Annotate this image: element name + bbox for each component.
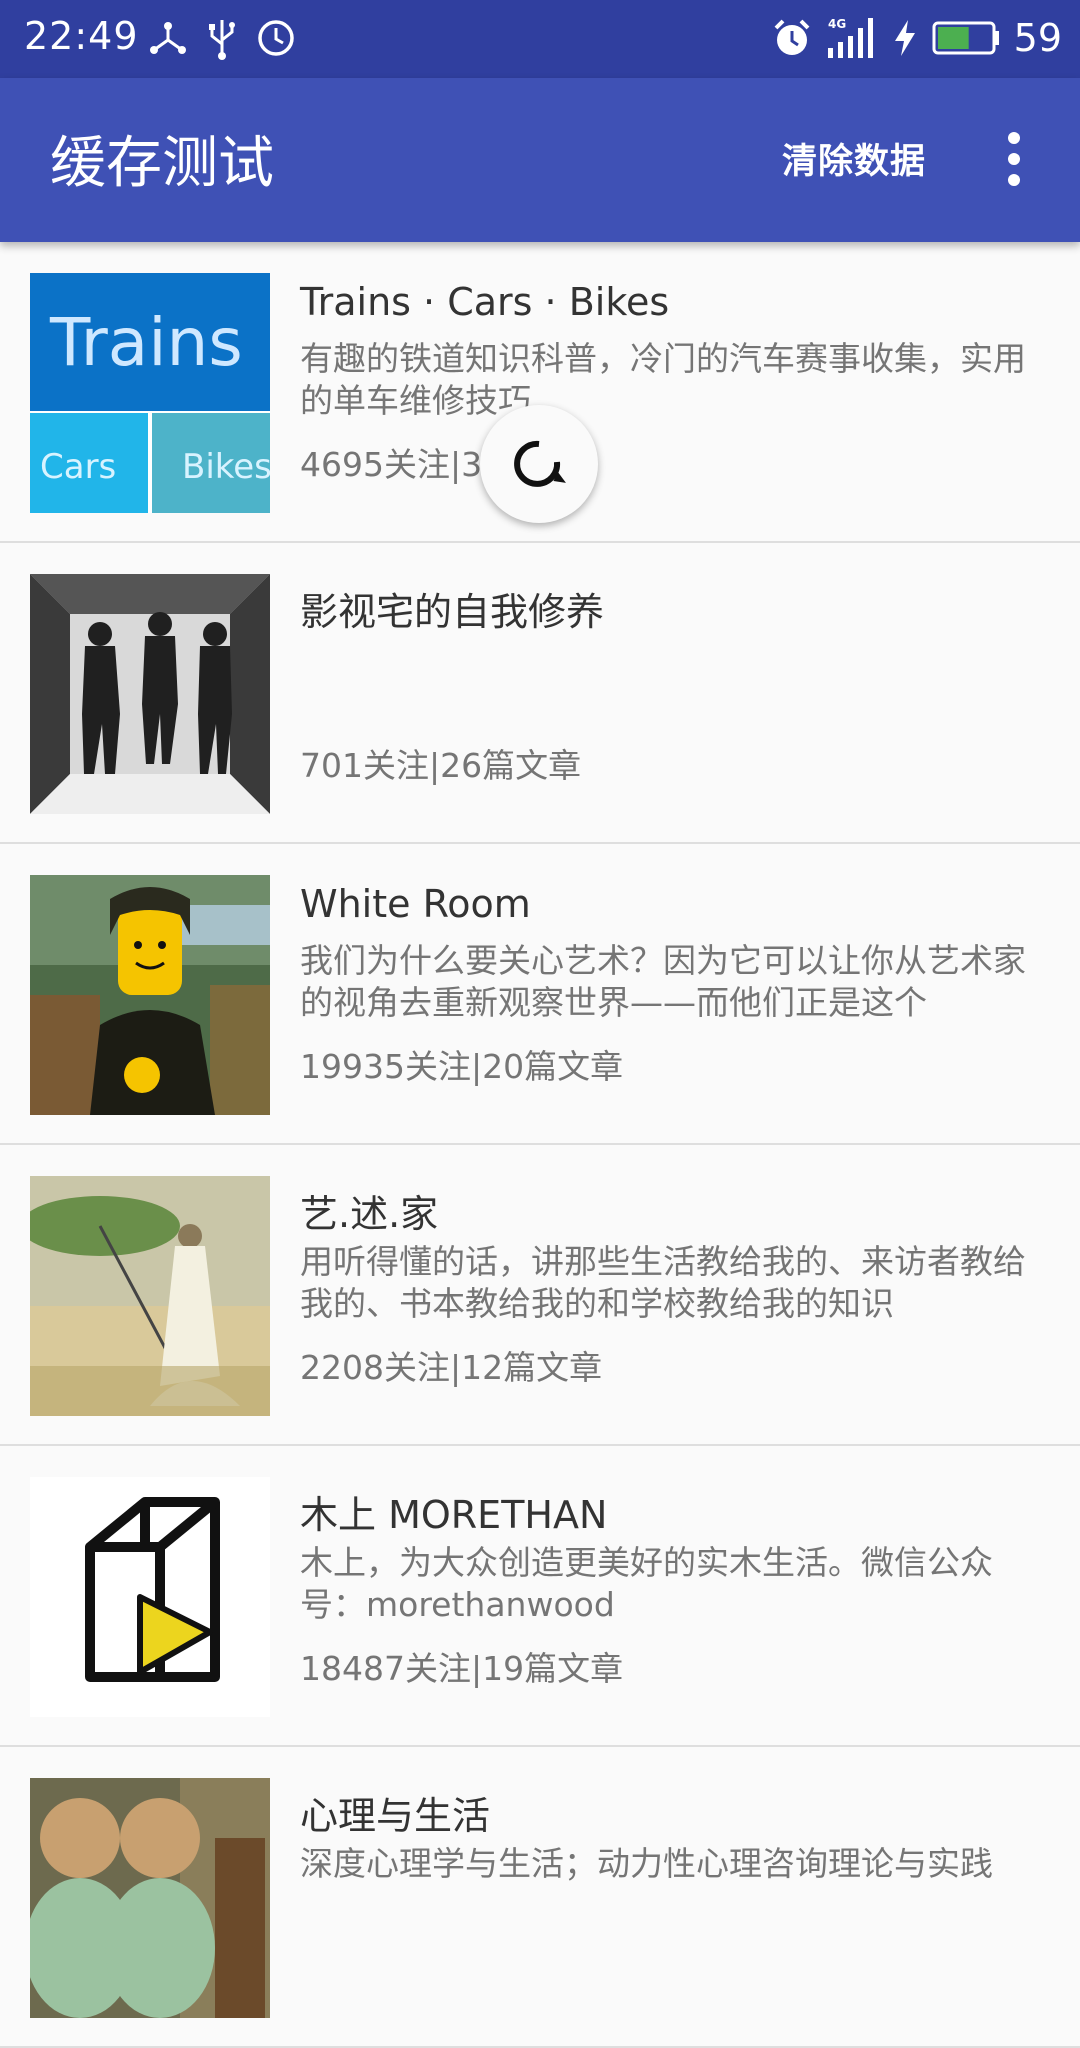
- signal-4g-icon: 4G: [827, 17, 873, 58]
- usb-icon: [209, 20, 235, 60]
- charging-icon: [894, 20, 915, 56]
- item-meta: 4695关注|3: [300, 445, 483, 484]
- item-title: 影视宅的自我修养: [300, 590, 605, 634]
- svg-text:4G: 4G: [828, 17, 846, 31]
- thumbnail-image: [30, 1176, 270, 1416]
- svg-text:Cars: Cars: [40, 447, 116, 487]
- status-time: 22:49: [24, 14, 139, 58]
- more-vert-icon-dot: [1008, 174, 1020, 186]
- item-description: 深度心理学与生活；动力性心理咨询理论与实践: [300, 1844, 993, 1883]
- status-icons-left: [148, 18, 296, 60]
- svg-text:Trains: Trains: [49, 304, 243, 381]
- item-description: 用听得懂的话，讲那些生活教给我的、来访者教给我的、书本教给我的和学校教给我的知识: [300, 1242, 1026, 1323]
- more-vert-icon-dot: [1008, 153, 1020, 165]
- refresh-spinner: [480, 405, 598, 523]
- battery-icon: [932, 21, 999, 55]
- list-item[interactable]: 影视宅的自我修养 701关注|26篇文章: [0, 543, 1080, 844]
- app-bar: 缓存测试 清除数据: [0, 78, 1080, 242]
- item-title: 艺.述.家: [300, 1192, 439, 1236]
- battery-percentage: 59: [1013, 16, 1062, 60]
- status-bar: 22:49 4G 59: [0, 0, 1080, 78]
- alarm-icon: [774, 19, 810, 55]
- refresh-icon: [514, 440, 566, 487]
- list-item[interactable]: White Room 我们为什么要关心艺术？因为它可以让你从艺术家的视角去重新观…: [0, 844, 1080, 1145]
- item-description: 我们为什么要关心艺术？因为它可以让你从艺术家的视角去重新观察世界——而他们正是这…: [300, 941, 1026, 1022]
- item-title: 心理与生活: [300, 1794, 491, 1838]
- more-vert-icon: [1008, 132, 1020, 144]
- item-meta: 18487关注|19篇文章: [300, 1649, 624, 1688]
- overflow-menu-button[interactable]: [996, 120, 1032, 198]
- clock-icon: [258, 20, 294, 56]
- item-title: White Room: [300, 882, 531, 926]
- item-meta: 19935关注|20篇文章: [300, 1047, 624, 1086]
- thumbnail-image: [30, 574, 270, 814]
- item-meta: 2208关注|12篇文章: [300, 1348, 603, 1387]
- share-icon: [150, 22, 186, 54]
- svg-text:Bikes: Bikes: [182, 447, 270, 487]
- thumbnail-image: [30, 1778, 270, 2018]
- page-title: 缓存测试: [50, 131, 274, 196]
- status-icons-right: 4G 59: [772, 14, 1062, 62]
- list-item[interactable]: 心理与生活 深度心理学与生活；动力性心理咨询理论与实践: [0, 1747, 1080, 2048]
- item-title: 木上 MORETHAN: [300, 1493, 608, 1537]
- item-description: 木上，为大众创造更美好的实木生活。微信公众号：morethanwood: [300, 1543, 993, 1624]
- clear-data-button[interactable]: 清除数据: [782, 133, 926, 184]
- item-title: Trains · Cars · Bikes: [300, 280, 670, 324]
- list-item[interactable]: 艺.述.家 用听得懂的话，讲那些生活教给我的、来访者教给我的、书本教给我的和学校…: [0, 1145, 1080, 1446]
- list-item[interactable]: 木上 MORETHAN 木上，为大众创造更美好的实木生活。微信公众号：moret…: [0, 1446, 1080, 1747]
- thumbnail-image: Trains Cars Bikes: [30, 273, 270, 513]
- item-meta: 701关注|26篇文章: [300, 746, 582, 785]
- thumbnail-image: [30, 1477, 270, 1717]
- thumbnail-image: [30, 875, 270, 1115]
- item-description: 有趣的铁道知识科普，冷门的汽车赛事收集，实用的单车维修技巧: [300, 339, 1026, 420]
